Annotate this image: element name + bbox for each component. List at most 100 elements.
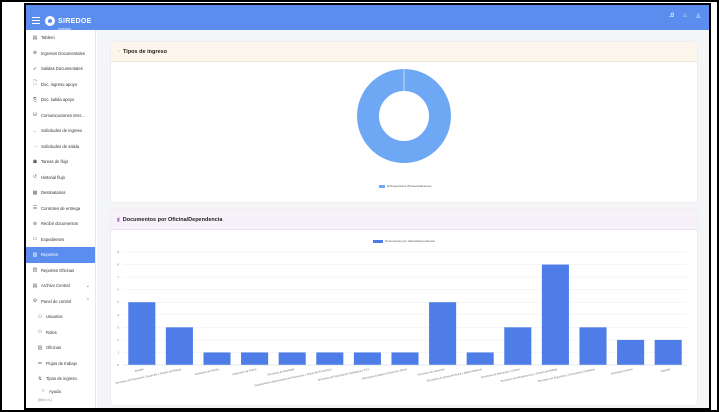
app-window: SIREDOE SISTEMA Ꭿ ⌂ ♙ ▤ Tablero ⊕ Ingresos … <box>24 3 711 410</box>
bar[interactable] <box>391 352 419 365</box>
y-tick-label: 5 <box>117 300 119 304</box>
bar[interactable] <box>504 327 532 365</box>
sidebar-item-comunicaciones-inter[interactable]: ⛁ Comunicaciones inter... <box>26 108 95 124</box>
x-tick-label: Secretaría de Movilidad <box>267 367 295 377</box>
panel-de-control-icon: ⚙ <box>32 298 38 305</box>
sidebar-item-label: Tareas de flujo <box>41 159 69 165</box>
sidebar-item-tareas-de-flujo[interactable]: ☗ Tareas de flujo <box>26 154 95 170</box>
y-tick-label: 9 <box>117 250 119 254</box>
y-tick-label: 8 <box>117 263 119 267</box>
sidebar-item-reportes-oficinas[interactable]: ▥ Reportes Oficinas <box>26 263 95 279</box>
sidebar-item-doc-salida-apoyo[interactable]: ⎘ Doc. salida apoyo <box>26 92 95 108</box>
sidebar-subitem-usuarios[interactable]: ⚇ Usuarios <box>26 309 95 325</box>
logo-mark-icon <box>45 15 55 26</box>
ingresos-documentales-icon: ⊕ <box>32 50 38 57</box>
sidebar-item-label: Tipos de ingreso <box>46 376 77 382</box>
sidebar-subitem-ayuda[interactable]: ○ Ayuda <box>26 387 95 396</box>
sidebar-item-label: Flujos de trabajo <box>46 360 77 366</box>
sidebar-item-recibir-documentos[interactable]: ⊛ Recibir documentos <box>26 216 95 232</box>
y-tick-label: 4 <box>117 313 119 317</box>
pie-card: ◔ Tipos de ingreso Entrega Física (Prese… <box>111 42 697 202</box>
y-tick-label: 6 <box>117 288 119 292</box>
y-tick-label: 0 <box>117 363 119 367</box>
y-tick-label: 2 <box>117 338 119 342</box>
sidebar-item-label: Solicitudes de ingreso <box>41 128 82 134</box>
sidebar-item-label: Destinatarios <box>41 190 66 196</box>
bar[interactable] <box>165 327 193 365</box>
sidebar-subitem-oficinas[interactable]: ▥ Oficinas <box>26 340 95 356</box>
bar[interactable] <box>203 352 231 365</box>
user-icon[interactable]: ♙ <box>696 13 701 20</box>
sidebar-item-archivo-central[interactable]: ▤ Archivo Central ⌄ <box>26 278 95 294</box>
chevron-down-icon[interactable]: ⌄ <box>86 283 90 289</box>
bar[interactable] <box>579 327 607 365</box>
tareas-de-flujo-icon: ☗ <box>32 158 38 165</box>
sidebar-item-label: Tablero <box>41 35 55 41</box>
sidebar-item-panel-de-control[interactable]: ⚙ Panel de control ⌃ <box>26 294 95 310</box>
flujos-de-trabajo-icon: ⚌ <box>37 360 43 367</box>
top-bar: SIREDOE SISTEMA Ꭿ ⌂ ♙ <box>26 5 709 31</box>
sidebar-item-label: Salidas Documentales <box>41 66 83 72</box>
y-tick-label: 3 <box>117 325 119 329</box>
bar[interactable] <box>278 352 306 365</box>
font-size-icon[interactable]: Ꭿ <box>670 13 674 20</box>
sidebar-item-label: Usuarios <box>46 314 63 320</box>
bar[interactable] <box>316 352 344 365</box>
sidebar-item-tablero[interactable]: ▤ Tablero <box>26 30 95 46</box>
pie-legend[interactable]: Entrega Física (Presencialmente) <box>379 184 432 188</box>
x-tick-label: Secretaría General <box>611 367 634 376</box>
doc-ingreso-apoyo-icon: 🗋 <box>32 80 38 87</box>
sidebar-item-solicitudes-de-salida[interactable]: → Solicitudes de salida <box>26 139 95 155</box>
sidebar-subitem-flujos-de-trabajo[interactable]: ⚌ Flujos de trabajo <box>26 356 95 372</box>
archivo-central-icon: ▤ <box>32 282 38 289</box>
usuarios-icon: ⚇ <box>37 313 43 320</box>
bar-chart: 0 1 2 3 4 5 6 7 8 9 AlcaldíaSecretaría de Planeaci… <box>115 250 687 387</box>
sidebar-item-solicitudes-de-ingreso[interactable]: ← Solicitudes de ingreso <box>26 123 95 139</box>
pie-legend-swatch <box>379 184 385 188</box>
bar[interactable] <box>541 264 569 365</box>
solicitudes-de-ingreso-icon: ← <box>32 127 38 134</box>
bar[interactable] <box>241 352 269 365</box>
sidebar-item-destinatarios[interactable]: ▦ Destinatarios <box>26 185 95 201</box>
app-logo[interactable]: SIREDOE SISTEMA <box>45 10 92 31</box>
sidebar-item-label: Reportes Oficinas <box>41 267 75 273</box>
bar[interactable] <box>353 352 381 365</box>
bar[interactable] <box>466 352 494 365</box>
expedientes-icon: ▭ <box>32 236 38 243</box>
x-tick-label: Juzgado <box>660 367 671 373</box>
bar[interactable] <box>654 339 682 365</box>
bar[interactable] <box>128 302 156 365</box>
sidebar-item-expedientes[interactable]: ▭ Expedientes <box>26 232 95 248</box>
sidebar-item-doc-ingreso-apoyo[interactable]: 🗋 Doc. ingreso apoyo <box>26 77 95 93</box>
brand: SIREDOE SISTEMA <box>32 10 92 31</box>
sidebar-item-ingresos-documentales[interactable]: ⊕ Ingresos Documentales <box>26 46 95 62</box>
hamburger-menu-icon[interactable] <box>32 17 40 24</box>
bar[interactable] <box>617 339 645 365</box>
donut-chart[interactable] <box>355 67 453 165</box>
chevron-up-icon[interactable]: ⌃ <box>86 298 90 304</box>
sidebar-item-label: Panel de control <box>41 298 72 304</box>
reportes-oficinas-icon: ▥ <box>32 267 38 274</box>
sidebar-item-label: Historial flujo <box>41 174 65 180</box>
bar[interactable] <box>429 302 457 365</box>
roles-icon: ⚇ <box>37 329 43 336</box>
recibir-documentos-icon: ⊛ <box>32 220 38 227</box>
sidebar-item-label: Comunicaciones inter... <box>41 112 85 118</box>
x-tick-label: Comisaría de Familia <box>194 367 219 376</box>
sidebar-subitem-tipos-de-ingreso[interactable]: ⇅ Tipos de ingreso <box>26 371 95 387</box>
destinatarios-icon: ▦ <box>32 189 38 196</box>
bar-card-header: ▮ Documentos por Oficina/Dependencia <box>111 210 697 230</box>
sidebar-item-label: Ingresos Documentales <box>41 50 85 56</box>
sidebar-item-reportes[interactable]: ▥ Reportes <box>26 247 95 263</box>
notifications-icon[interactable]: ⌂ <box>683 13 687 20</box>
sidebar-item-label: Recibir documentos <box>41 221 79 227</box>
sidebar-item-label: Ayuda <box>49 388 61 394</box>
sidebar-item-salidas-documentales[interactable]: ➶ Salidas Documentales <box>26 61 95 77</box>
y-tick-label: 7 <box>117 275 119 279</box>
x-tick-label: Alcaldía <box>134 367 144 373</box>
sidebar-item-controles-de-entrega[interactable]: ☰ Controles de entrega <box>26 201 95 217</box>
sidebar-item-label: Oficinas <box>46 345 62 351</box>
sidebar-subitem-roles[interactable]: ⚇ Roles <box>26 325 95 341</box>
sidebar-item-historial-flujo[interactable]: ↺ Historial flujo <box>26 170 95 186</box>
bar-card: ▮ Documentos por Oficina/Dependencia Doc… <box>111 210 697 405</box>
